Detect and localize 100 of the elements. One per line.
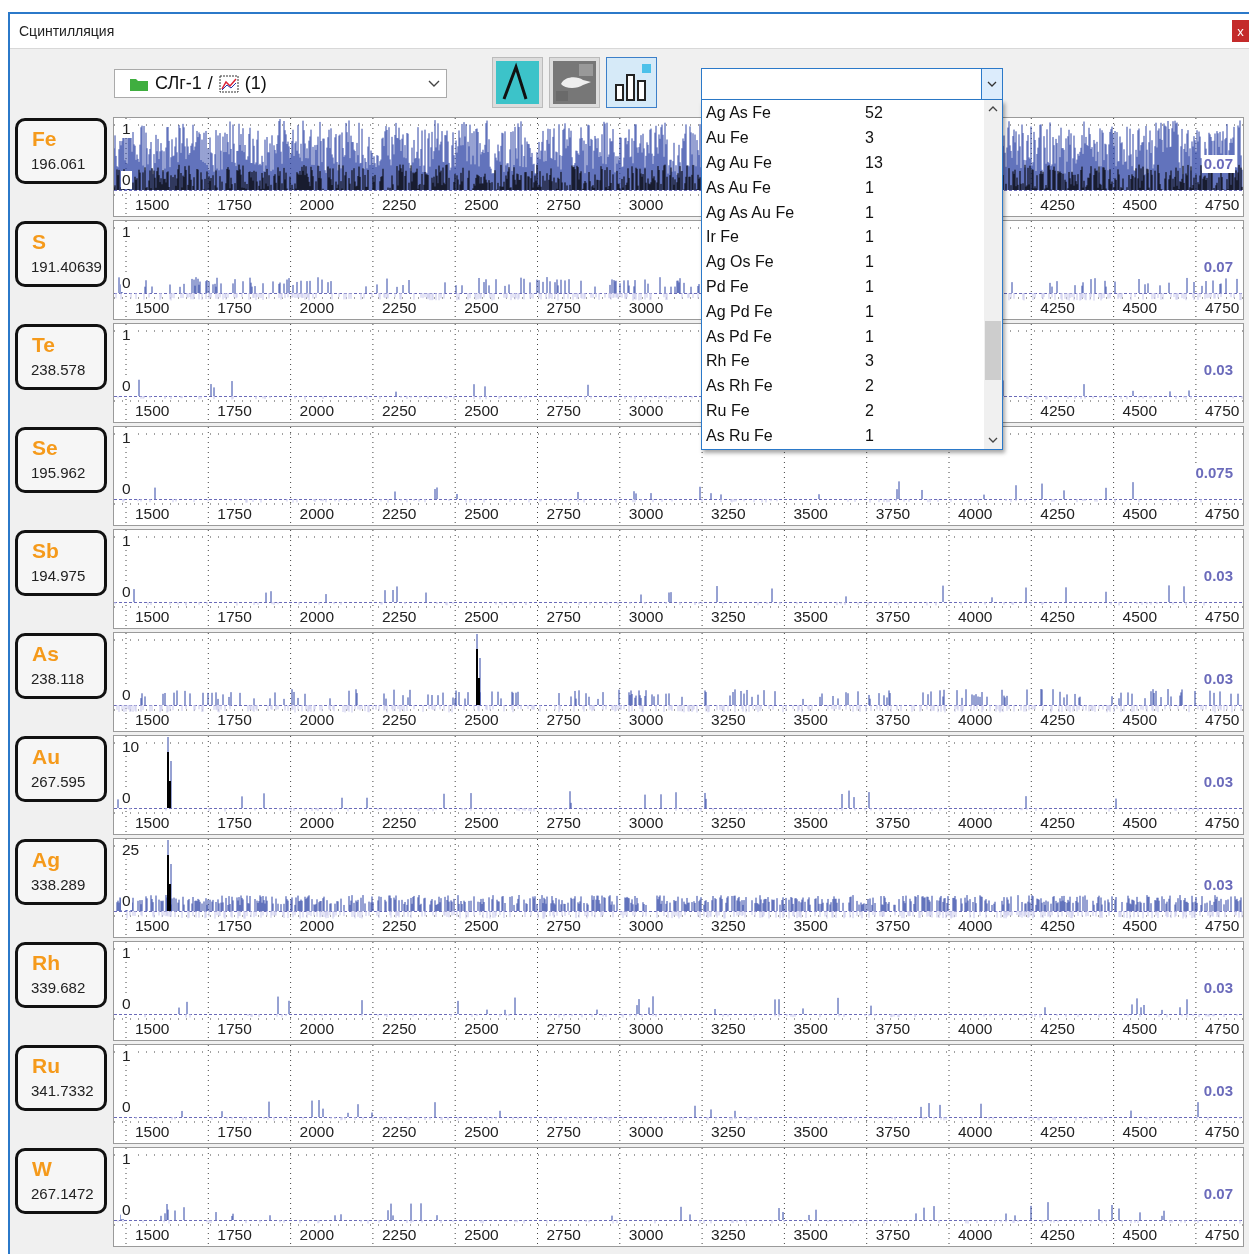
tick-label: 1500: [135, 299, 170, 317]
element-symbol: Sb: [32, 540, 59, 562]
wavelength-label: 195.962: [31, 464, 86, 481]
tick-label: 4250: [1040, 196, 1075, 214]
element-card[interactable]: As 238.118: [15, 633, 107, 699]
element-card[interactable]: W 267.1472: [15, 1148, 107, 1214]
tick-label: 2500: [464, 1020, 499, 1038]
tick-label: 3000: [628, 917, 664, 935]
list-item[interactable]: Pd Fe 1: [702, 274, 984, 300]
folder-name: СЛг-1: [155, 73, 202, 94]
tick-label: 1500: [135, 814, 170, 832]
list-item[interactable]: Au Fe 3: [702, 125, 984, 151]
element-card[interactable]: Fe 196.061: [15, 118, 107, 184]
combination-label: As Pd Fe: [706, 327, 773, 346]
list-item[interactable]: As Rh Fe 2: [702, 373, 984, 399]
tick-label: 2000: [299, 299, 335, 317]
tick-label: 3250: [711, 505, 746, 523]
axis-zero-label: 0: [121, 1201, 132, 1219]
element-symbol: Ag: [32, 849, 60, 871]
view-button[interactable]: [492, 57, 543, 108]
wavelength-label: 267.1472: [31, 1185, 94, 1202]
element-symbol: W: [32, 1158, 52, 1180]
count-label: 52: [865, 104, 883, 123]
combination-label: Ag Os Fe: [706, 253, 775, 272]
element-card[interactable]: Au 267.595: [15, 736, 107, 802]
list-item[interactable]: Rh Fe 3: [702, 348, 984, 374]
axis-zero-label: 0: [121, 892, 132, 910]
tick-label: 3500: [793, 1020, 828, 1038]
list-item[interactable]: Ag Au Fe 13: [702, 150, 984, 176]
list-item[interactable]: Ag Pd Fe 1: [702, 299, 984, 325]
tick-label: 3000: [628, 505, 664, 523]
dropdown-button[interactable]: [981, 69, 1002, 99]
tick-label: 2250: [381, 402, 417, 420]
wavelength-label: 338.289: [31, 876, 86, 893]
tick-label: 4000: [958, 814, 993, 832]
tick-label: 3000: [628, 711, 664, 729]
tick-label: 1500: [135, 917, 170, 935]
tick-label: 1750: [217, 814, 252, 832]
tick-label: 2750: [546, 1123, 581, 1141]
axis-zero-label: 0: [121, 789, 132, 807]
view-button[interactable]: [606, 57, 657, 108]
list-item[interactable]: As Au Fe 1: [702, 175, 984, 201]
list-item[interactable]: As Ru Fe 1: [702, 423, 984, 449]
scrollbar[interactable]: [984, 100, 1002, 449]
tick-label: 4750: [1204, 608, 1240, 626]
list-item[interactable]: Ag As Fe 52: [702, 101, 984, 126]
element-card[interactable]: Ag 338.289: [15, 839, 107, 905]
axis-zero-label: 0: [121, 171, 132, 189]
filter-field[interactable]: [701, 68, 1003, 100]
combination-label: Ag As Fe: [706, 104, 772, 123]
tick-label: 2250: [381, 608, 417, 626]
list-item[interactable]: Ru Fe 2: [702, 398, 984, 424]
element-card[interactable]: Te 238.578: [15, 324, 107, 390]
list-item[interactable]: Ag Os Fe 1: [702, 249, 984, 275]
tick-label: 4750: [1204, 814, 1240, 832]
tick-label: 3750: [875, 505, 911, 523]
tick-label: 3000: [628, 1226, 664, 1244]
combination-label: Pd Fe: [706, 277, 750, 296]
tick-label: 1750: [217, 402, 252, 420]
tick-label: 2000: [299, 1226, 335, 1244]
list-item[interactable]: Ir Fe 1: [702, 225, 984, 250]
list-item[interactable]: Ag As Au Fe 1: [702, 200, 984, 225]
tick-label: 2500: [464, 402, 499, 420]
tick-label: 3250: [711, 814, 746, 832]
combination-label: Ir Fe: [706, 228, 740, 247]
element-card[interactable]: Se 195.962: [15, 427, 107, 493]
tick-label: 2500: [464, 608, 499, 626]
list-item[interactable]: As Pd Fe 1: [702, 324, 984, 349]
tick-label: 4750: [1204, 711, 1240, 729]
axis-max-label: 1: [121, 120, 132, 138]
tick-label: 2500: [464, 1123, 499, 1141]
element-card[interactable]: Ru 341.7332: [15, 1045, 107, 1111]
tick-label: 3750: [875, 1226, 911, 1244]
tick-label: 3000: [628, 196, 664, 214]
tick-label: 4500: [1122, 608, 1158, 626]
element-symbol: S: [32, 231, 46, 253]
combination-label: As Au Fe: [706, 178, 772, 197]
tick-label: 2750: [546, 1226, 581, 1244]
source-dropdown[interactable]: СЛг-1 / (1): [114, 69, 447, 98]
element-symbol: Au: [32, 746, 60, 768]
tick-label: 4500: [1122, 299, 1158, 317]
tick-label: 4000: [958, 505, 993, 523]
close-button[interactable]: x: [1232, 20, 1249, 42]
element-symbol: Se: [32, 437, 58, 459]
tick-label: 3000: [628, 1123, 664, 1141]
count-label: 1: [865, 277, 874, 296]
scroll-thumb[interactable]: [985, 321, 1001, 380]
tick-label: 2000: [299, 402, 335, 420]
tick-label: 3250: [711, 917, 746, 935]
count-label: 1: [865, 178, 874, 197]
tick-label: 1750: [217, 1123, 252, 1141]
element-card[interactable]: Rh 339.682: [15, 942, 107, 1008]
element-card[interactable]: S 191.40639: [15, 221, 107, 287]
element-card[interactable]: Sb 194.975: [15, 530, 107, 596]
tick-label: 2500: [464, 917, 499, 935]
count-label: 3: [865, 129, 874, 148]
combination-label: Ru Fe: [706, 401, 751, 420]
tick-label: 1750: [217, 711, 252, 729]
tick-label: 3000: [628, 1020, 664, 1038]
tick-label: 3250: [711, 1226, 746, 1244]
